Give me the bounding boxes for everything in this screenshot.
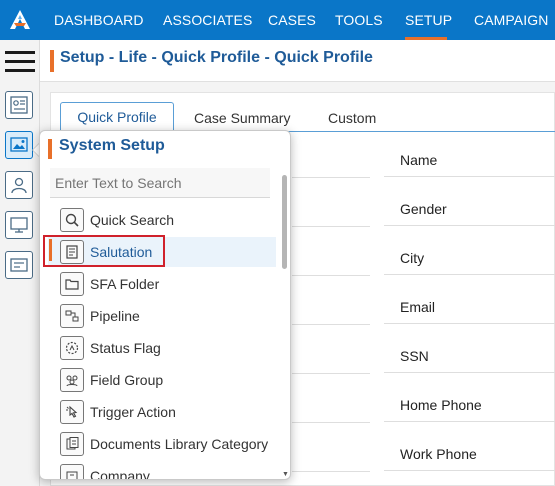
status-flag-icon — [60, 336, 84, 360]
scroll-down-arrow[interactable]: ▼ — [282, 471, 289, 478]
nav-campaign[interactable]: CAMPAIGN — [474, 0, 548, 40]
setup-item-company[interactable]: Company — [48, 461, 276, 480]
app-logo[interactable] — [0, 0, 40, 40]
setup-item-label: Trigger Action — [90, 404, 176, 420]
group-icon — [60, 368, 84, 392]
field-label-work-phone: Work Phone — [384, 437, 555, 471]
profile-settings-icon[interactable] — [5, 91, 33, 119]
setup-item-sfa-folder[interactable]: SFA Folder — [48, 269, 276, 299]
nav-associates[interactable]: ASSOCIATES — [163, 0, 252, 40]
field-value-gender[interactable] — [292, 193, 370, 227]
field-label-gender: Gender — [384, 192, 555, 226]
tab-case-summary[interactable]: Case Summary — [194, 110, 290, 126]
company-icon — [60, 464, 84, 479]
field-value-work-phone[interactable] — [292, 438, 370, 472]
menu-icon[interactable] — [5, 51, 35, 73]
monitor-icon[interactable] — [5, 211, 33, 239]
field-label-ssn: SSN — [384, 339, 555, 373]
setup-item-field-group[interactable]: Field Group — [48, 365, 276, 395]
setup-item-label: Quick Search — [90, 212, 175, 228]
setup-item-quick-search[interactable]: Quick Search — [48, 205, 276, 235]
setup-item-documents-library-category[interactable]: Documents Library Category — [48, 429, 276, 459]
field-label-name: Name — [384, 143, 555, 177]
setup-item-status-flag[interactable]: Status Flag — [48, 333, 276, 363]
setup-item-label: Documents Library Category — [90, 436, 269, 452]
user-icon[interactable] — [5, 171, 33, 199]
field-value-name[interactable] — [292, 144, 370, 178]
scrollbar-thumb[interactable] — [282, 175, 287, 269]
cards-icon[interactable] — [5, 251, 33, 279]
folder-icon — [60, 272, 84, 296]
popover-title: System Setup — [59, 137, 165, 154]
setup-item-pipeline[interactable]: Pipeline — [48, 301, 276, 331]
pointer-icon — [60, 400, 84, 424]
field-value-city[interactable] — [292, 242, 370, 276]
setup-item-trigger-action[interactable]: Trigger Action — [48, 397, 276, 427]
system-setup-popover: System Setup ▼ Quick Search Salutation S… — [39, 130, 291, 480]
field-label-home-phone: Home Phone — [384, 388, 555, 422]
popover-scrollbar[interactable]: ▼ — [281, 170, 289, 478]
tab-quick-profile[interactable]: Quick Profile — [60, 102, 174, 132]
setup-item-label: Status Flag — [90, 340, 161, 356]
nav-setup[interactable]: SETUP — [405, 0, 452, 40]
setup-item-label: SFA Folder — [90, 276, 160, 292]
popover-accent — [48, 139, 52, 159]
nav-tools[interactable]: TOOLS — [335, 0, 383, 40]
breadcrumb-accent — [50, 50, 54, 72]
page-title: Setup - Life - Quick Profile - Quick Pro… — [60, 49, 373, 66]
logo-icon — [10, 10, 30, 29]
popover-search-input[interactable] — [50, 168, 270, 198]
nav-cases[interactable]: CASES — [268, 0, 316, 40]
field-value-home-phone[interactable] — [292, 389, 370, 423]
setup-item-label: Pipeline — [90, 308, 140, 324]
salutation-highlight-box — [43, 235, 165, 267]
search-icon — [60, 208, 84, 232]
pipeline-icon — [60, 304, 84, 328]
library-icon — [60, 432, 84, 456]
image-config-icon[interactable] — [5, 131, 33, 159]
field-value-email[interactable] — [292, 291, 370, 325]
field-value-ssn[interactable] — [292, 340, 370, 374]
setup-item-label: Field Group — [90, 372, 164, 388]
setup-item-label: Company — [90, 468, 150, 480]
field-label-city: City — [384, 241, 555, 275]
field-label-email: Email — [384, 290, 555, 324]
tab-custom[interactable]: Custom — [328, 110, 376, 126]
nav-dashboard[interactable]: DASHBOARD — [54, 0, 144, 40]
